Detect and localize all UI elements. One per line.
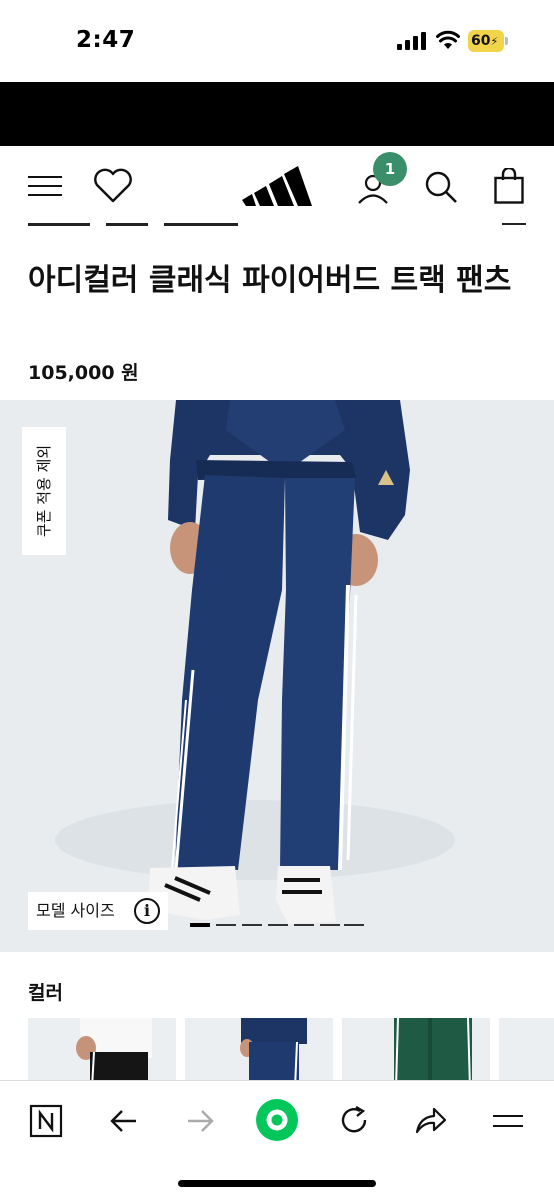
carousel-dot[interactable] (190, 923, 210, 927)
battery-level: 60 (471, 33, 491, 49)
color-swatch-green[interactable] (342, 1018, 490, 1084)
more-menu-icon[interactable] (490, 1103, 526, 1139)
carousel-dot[interactable] (294, 924, 314, 926)
status-bar: 2:47 60⚡ (0, 0, 554, 82)
cellular-signal-icon (397, 32, 426, 50)
color-swatch-navy[interactable] (185, 1018, 333, 1084)
color-swatch-black[interactable] (28, 1018, 176, 1084)
carousel-dot[interactable] (216, 924, 236, 926)
back-arrow-icon[interactable] (106, 1103, 142, 1139)
breadcrumb[interactable] (164, 223, 238, 226)
top-banner[interactable] (0, 82, 554, 146)
product-image-carousel[interactable]: 쿠폰 적용 제외 모델 사이즈 i (0, 400, 554, 952)
color-swatch-list (28, 1018, 554, 1084)
breadcrumb-divider (502, 223, 526, 225)
carousel-dot[interactable] (320, 924, 340, 926)
naver-green-home-icon[interactable] (254, 1097, 300, 1143)
model-size-label: 모델 사이즈 (36, 901, 115, 920)
wishlist-heart-icon[interactable] (93, 168, 133, 204)
site-header: 1 (0, 146, 554, 224)
info-icon: i (134, 898, 160, 924)
product-photo (55, 400, 455, 924)
product-title: 아디컬러 클래식 파이어버드 트랙 팬츠 (28, 263, 512, 298)
carousel-dot[interactable] (242, 924, 262, 926)
battery-icon: 60⚡ (468, 30, 508, 52)
shopping-bag-icon[interactable] (494, 168, 524, 204)
forward-arrow-icon[interactable] (182, 1103, 218, 1139)
coupon-tag-text: 쿠폰 적용 제외 (35, 444, 53, 538)
reload-icon[interactable] (336, 1103, 372, 1139)
home-indicator (178, 1180, 376, 1187)
search-icon[interactable] (424, 170, 458, 204)
share-icon[interactable] (412, 1103, 448, 1139)
coupon-exclusion-tag: 쿠폰 적용 제외 (22, 427, 66, 555)
breadcrumb[interactable] (106, 223, 148, 226)
carousel-dot[interactable] (268, 924, 288, 926)
adidas-logo[interactable] (242, 164, 312, 206)
carousel-dot[interactable] (344, 924, 364, 926)
cart-count-badge: 1 (373, 152, 407, 186)
model-size-button[interactable]: 모델 사이즈 i (28, 892, 168, 930)
color-swatch-gray[interactable] (499, 1018, 554, 1084)
wifi-icon (436, 30, 460, 49)
color-section-title: 컬러 (28, 982, 63, 1004)
breadcrumb[interactable] (28, 223, 90, 226)
menu-icon[interactable] (28, 176, 62, 196)
status-time: 2:47 (76, 27, 136, 53)
product-price: 105,000 원 (28, 362, 139, 384)
naver-n-icon[interactable] (28, 1103, 64, 1139)
